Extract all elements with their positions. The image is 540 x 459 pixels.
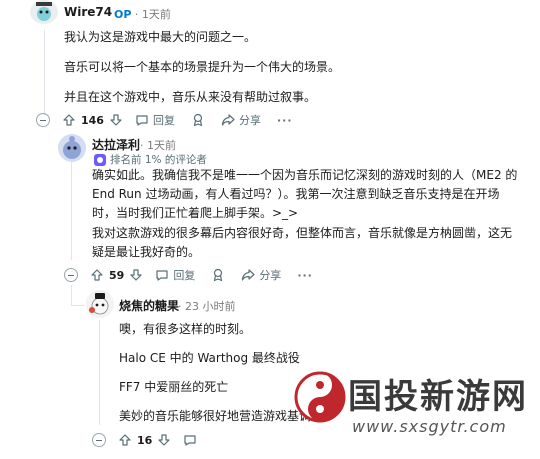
avatar[interactable] [58,134,86,162]
thread-line-2 [71,160,72,260]
flair-icon [94,153,106,166]
reply-icon [136,115,148,126]
comment-meta: OP · 1天前 [114,6,171,22]
more-options-icon[interactable]: ··· [297,269,313,282]
watermark-title: 国投新游网 [348,377,528,417]
collapse-icon[interactable] [92,433,106,447]
downvote-icon[interactable] [109,113,123,127]
downvote-icon[interactable] [157,433,171,447]
op-badge: OP [114,8,132,21]
comment-time: 23 小时前 [185,300,236,313]
comment-time: 1天前 [147,139,176,152]
comment-paragraph: 并且在这个游戏中，音乐从来没有帮助过叙事。 [64,90,317,104]
comment-action-bar: 59 回复 分享 ··· [64,267,313,283]
thread-line-1 [44,30,45,115]
comment-paragraph: 我认为这是游戏中最大的问题之一。 [64,30,257,44]
comment-paragraph: 音乐可以将一个基本的场景提升为一个伟大的场景。 [64,60,341,74]
reply-icon [156,270,168,281]
more-options-icon[interactable]: ··· [277,114,293,127]
share-label: 分享 [238,114,261,127]
comment-paragraph: 确实如此。我确信我不是唯一一个因为音乐而记忆深刻的游戏时刻的人（ME2 的 En… [92,168,518,220]
separator: · [134,8,142,21]
share-icon [221,114,235,126]
watermark-url: www.sxsgytr.com [352,417,507,436]
upvote-icon[interactable] [90,268,104,282]
upvote-icon[interactable] [118,433,132,447]
collapse-icon[interactable] [64,268,78,282]
award-button[interactable] [191,113,205,127]
site-watermark: 国投新游网 www.sxsgytr.com [290,369,540,459]
upvote-icon[interactable] [62,113,76,127]
comment-paragraph: 噢，有很多这样的时刻。 [119,322,252,336]
reply-icon [184,435,196,446]
watermark-logo [294,371,346,423]
share-label: 分享 [259,269,282,282]
vote-group: 59 [90,268,143,282]
collapse-icon[interactable] [36,113,50,127]
reply-label: 回复 [152,114,175,127]
comment-time: 1天前 [141,8,171,21]
flair-text: 排名前 1% 的评论者 [110,154,207,166]
reply-button[interactable]: 回复 [135,112,175,128]
comment-action-bar: 146 回复 分享 ··· [36,112,293,128]
award-icon [193,113,203,127]
comment-username[interactable]: 烧焦的糖果 [119,297,179,314]
share-button[interactable]: 分享 [221,112,261,128]
award-icon [214,268,223,282]
reply-button[interactable] [183,433,197,447]
comment-username[interactable]: Wire74 [64,5,112,19]
vote-group: 146 [62,113,123,127]
award-button[interactable] [211,268,225,282]
comment-meta: · 23 小时前 [178,298,236,314]
share-button[interactable]: 分享 [241,267,281,283]
comment-meta: · 1天前 [140,137,176,153]
vote-count: 59 [109,268,125,282]
comment-username[interactable]: 达拉泽利 [92,136,140,153]
separator: · [178,300,185,313]
reply-label: 回复 [173,269,196,282]
user-flair: 排名前 1% 的评论者 [94,152,207,167]
reply-connector [71,305,85,306]
downvote-icon[interactable] [129,268,143,282]
vote-group: 16 [118,433,171,447]
comment-paragraph: Halo CE 中的 Warthog 最终战役 [119,351,300,365]
avatar[interactable] [86,290,114,318]
thread-line-3 [99,320,100,425]
comment-paragraph: 我对这款游戏的很多幕后内容很好奇，但整体而言，音乐就像是方枘圆凿，这无疑是最让我… [92,226,513,259]
vote-count: 16 [137,433,153,447]
share-icon [242,269,255,281]
separator: · [140,139,147,152]
avatar[interactable] [30,0,58,24]
reply-button[interactable]: 回复 [155,267,195,283]
comment-action-bar: 16 [92,433,213,447]
thread-line-branch [71,285,72,305]
vote-count: 146 [81,113,104,127]
